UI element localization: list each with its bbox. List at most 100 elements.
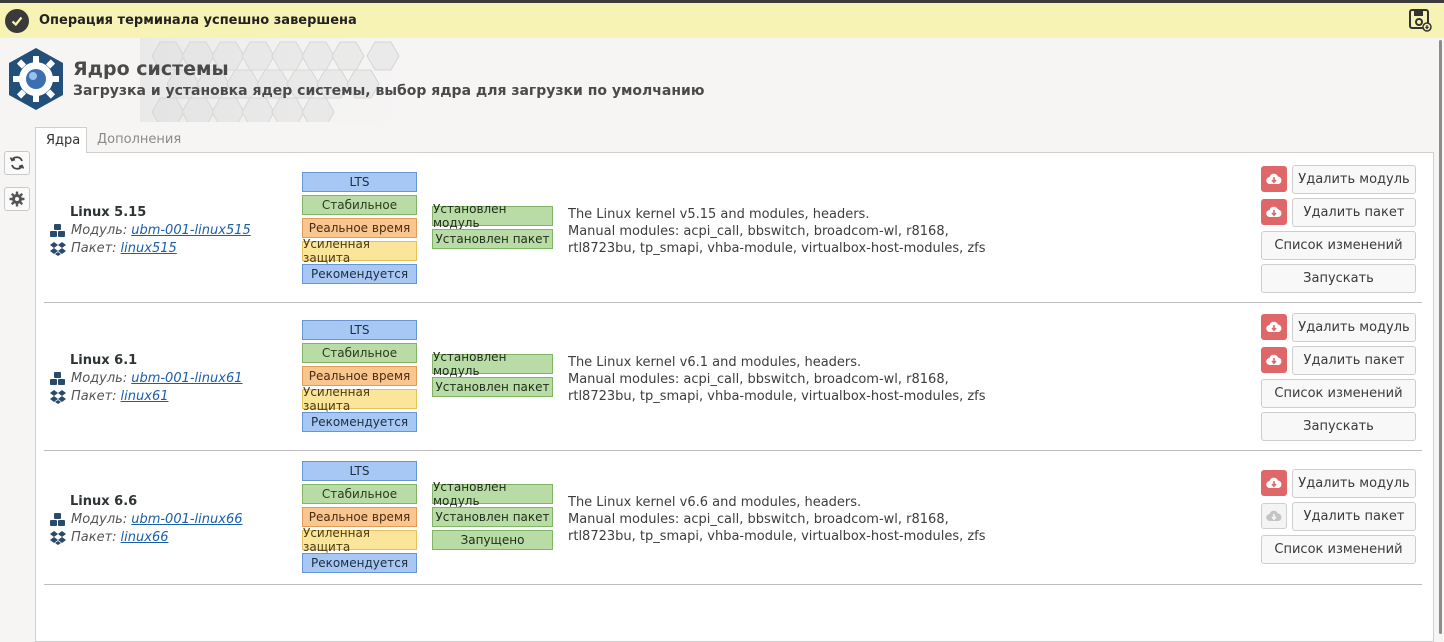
status-module-installed: Установлен модуль bbox=[432, 480, 553, 508]
badge-recommended: Рекомендуется bbox=[302, 264, 417, 284]
cloud-download-icon bbox=[1266, 206, 1282, 218]
page-header: Ядро системы Загрузка и установка ядер с… bbox=[0, 38, 1444, 122]
launch-button[interactable]: Запускать bbox=[1261, 264, 1416, 293]
changelog-button[interactable]: Список изменений bbox=[1261, 379, 1416, 408]
remove-module-button[interactable]: Удалить модуль bbox=[1292, 165, 1416, 194]
save-icon[interactable] bbox=[1408, 8, 1432, 32]
status-module-installed: Установлен модуль bbox=[432, 202, 553, 230]
description-line: rtl8723bu, tp_smapi, vhba-module, virtua… bbox=[568, 389, 986, 404]
launch-button[interactable]: Запускать bbox=[1261, 412, 1416, 441]
badge-realtime: Реальное время bbox=[302, 218, 417, 238]
kernel-description: The Linux kernel v6.6 and modules, heade… bbox=[568, 494, 988, 545]
badge-hardened: Усиленная защита bbox=[302, 237, 417, 265]
status-package-installed: Установлен пакет bbox=[432, 229, 553, 249]
description-line: rtl8723bu, tp_smapi, vhba-module, virtua… bbox=[568, 241, 986, 256]
kernels-panel: Linux 5.15 Модуль: ubm-001-linux515 Паке… bbox=[35, 152, 1434, 642]
package-label: Пакет: bbox=[71, 389, 117, 404]
kernel-row: Linux 6.1 Модуль: ubm-001-linux61 Пакет:… bbox=[44, 303, 1422, 451]
kernel-description: The Linux kernel v6.1 and modules, heade… bbox=[568, 354, 988, 405]
changelog-button[interactable]: Список изменений bbox=[1261, 535, 1416, 564]
status-module-installed: Установлен модуль bbox=[432, 350, 553, 378]
badge-realtime: Реальное время bbox=[302, 507, 417, 527]
notification-bar: Операция терминала успешно завершена bbox=[0, 0, 1444, 38]
settings-button[interactable] bbox=[4, 187, 30, 211]
description-line: rtl8723bu, tp_smapi, vhba-module, virtua… bbox=[568, 529, 986, 544]
remove-package-button[interactable]: Удалить пакет bbox=[1292, 346, 1416, 375]
dropbox-icon bbox=[50, 241, 66, 256]
badge-hardened: Усиленная защита bbox=[302, 385, 417, 413]
badge-realtime: Реальное время bbox=[302, 366, 417, 386]
dropbox-icon bbox=[50, 389, 66, 404]
kernel-row: Linux 5.15 Модуль: ubm-001-linux515 Паке… bbox=[44, 153, 1422, 303]
changelog-button[interactable]: Список изменений bbox=[1261, 231, 1416, 260]
hexagon-background bbox=[140, 38, 460, 122]
refresh-icon bbox=[9, 156, 25, 170]
module-link[interactable]: ubm-001-linux515 bbox=[131, 223, 251, 238]
remove-package-button[interactable]: Удалить пакет bbox=[1292, 502, 1416, 531]
gear-icon bbox=[9, 191, 25, 207]
cloud-download-icon bbox=[1266, 173, 1282, 185]
kernel-description: The Linux kernel v5.15 and modules, head… bbox=[568, 206, 988, 257]
remove-module-icon-button[interactable] bbox=[1261, 314, 1287, 340]
tab-kernels[interactable]: Ядра bbox=[35, 127, 87, 153]
kernel-package-line: Пакет: linux66 bbox=[50, 530, 168, 545]
status-package-installed: Установлен пакет bbox=[432, 507, 553, 527]
page-title: Ядро системы bbox=[73, 58, 229, 80]
badge-lts: LTS bbox=[302, 320, 417, 340]
notification-text: Операция терминала успешно завершена bbox=[39, 13, 357, 28]
remove-module-button[interactable]: Удалить модуль bbox=[1292, 469, 1416, 498]
description-line: Manual modules: acpi_call, bbswitch, bro… bbox=[568, 372, 949, 387]
module-link[interactable]: ubm-001-linux66 bbox=[131, 512, 242, 527]
description-line: The Linux kernel v6.1 and modules, heade… bbox=[568, 355, 862, 370]
cloud-download-icon bbox=[1266, 510, 1282, 522]
cloud-download-icon bbox=[1266, 354, 1282, 366]
refresh-button[interactable] bbox=[4, 151, 30, 175]
description-line: The Linux kernel v6.6 and modules, heade… bbox=[568, 495, 862, 510]
package-link[interactable]: linux515 bbox=[121, 241, 177, 256]
badge-recommended: Рекомендуется bbox=[302, 553, 417, 573]
package-label: Пакет: bbox=[71, 241, 117, 256]
page-subtitle: Загрузка и установка ядер системы, выбор… bbox=[73, 83, 705, 99]
vertical-scrollbar[interactable] bbox=[1436, 40, 1442, 634]
kernel-name: Linux 6.1 bbox=[70, 353, 138, 368]
kernel-module-line: Модуль: ubm-001-linux61 bbox=[50, 371, 243, 386]
remove-package-icon-button[interactable] bbox=[1261, 347, 1287, 373]
kernel-module-line: Модуль: ubm-001-linux515 bbox=[50, 223, 251, 238]
kernel-name: Linux 6.6 bbox=[70, 494, 138, 509]
cloud-download-icon bbox=[1266, 321, 1282, 333]
module-link[interactable]: ubm-001-linux61 bbox=[131, 371, 242, 386]
tab-extras[interactable]: Дополнения bbox=[87, 127, 191, 153]
package-link[interactable]: linux66 bbox=[121, 530, 169, 545]
description-line: Manual modules: acpi_call, bbswitch, bro… bbox=[568, 224, 949, 239]
badge-recommended: Рекомендуется bbox=[302, 412, 417, 432]
scrollbar-thumb[interactable] bbox=[1439, 40, 1442, 634]
badge-lts: LTS bbox=[302, 172, 417, 192]
description-line: Manual modules: acpi_call, bbswitch, bro… bbox=[568, 512, 949, 527]
status-package-installed: Установлен пакет bbox=[432, 377, 553, 397]
badge-stable: Стабильное bbox=[302, 195, 417, 215]
cubes-icon bbox=[50, 371, 65, 385]
package-label: Пакет: bbox=[71, 530, 117, 545]
kernel-package-line: Пакет: linux515 bbox=[50, 241, 177, 256]
badge-lts: LTS bbox=[302, 461, 417, 481]
cubes-icon bbox=[50, 512, 65, 526]
remove-module-icon-button[interactable] bbox=[1261, 166, 1287, 192]
checkmark-circle-icon bbox=[5, 8, 29, 33]
remove-package-icon-button[interactable] bbox=[1261, 199, 1287, 225]
kernel-name: Linux 5.15 bbox=[70, 205, 147, 220]
remove-package-icon-button[interactable] bbox=[1261, 503, 1287, 529]
remove-package-button[interactable]: Удалить пакет bbox=[1292, 198, 1416, 227]
cubes-icon bbox=[50, 223, 65, 237]
remove-module-button[interactable]: Удалить модуль bbox=[1292, 313, 1416, 342]
badge-stable: Стабильное bbox=[302, 343, 417, 363]
dropbox-icon bbox=[50, 530, 66, 545]
module-label: Модуль: bbox=[71, 371, 128, 386]
package-link[interactable]: linux61 bbox=[121, 389, 169, 404]
cloud-download-icon bbox=[1266, 477, 1282, 489]
module-label: Модуль: bbox=[71, 223, 128, 238]
remove-module-icon-button[interactable] bbox=[1261, 470, 1287, 496]
badge-stable: Стабильное bbox=[302, 484, 417, 504]
kernel-module-line: Модуль: ubm-001-linux66 bbox=[50, 512, 243, 527]
badge-hardened: Усиленная защита bbox=[302, 526, 417, 554]
description-line: The Linux kernel v5.15 and modules, head… bbox=[568, 207, 870, 222]
